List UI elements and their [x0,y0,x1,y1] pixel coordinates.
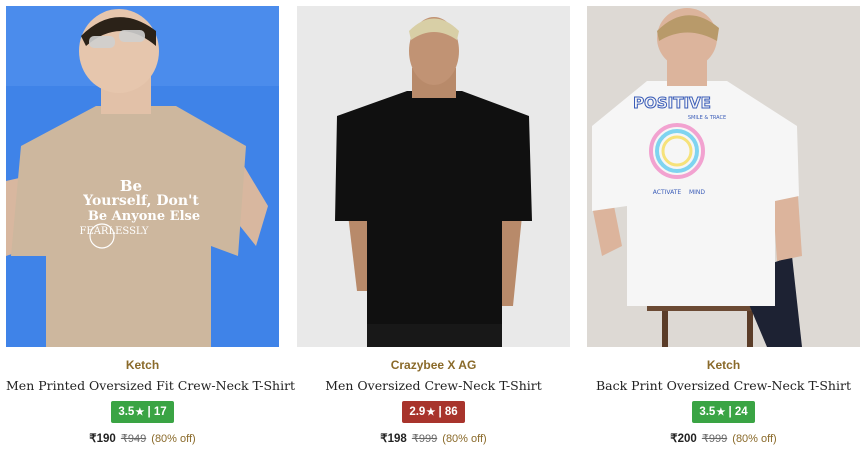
print-line: Be Anyone Else [88,209,200,224]
product-title[interactable]: Men Printed Oversized Fit Crew-Neck T-Sh… [6,378,295,394]
star-icon: ★ [426,407,436,418]
print-line: SMILE & TRACE [688,115,726,121]
price-row: ₹190 ₹949 (80% off) [6,432,279,446]
rating-badge: 3.5★ | 24 [692,401,755,423]
product-card[interactable]: POSITIVE SMILE & TRACE ACTIVATE MIND Ket… [587,6,860,454]
product-discount: (80% off) [151,433,196,445]
rating-value: 2.9 [409,406,426,418]
product-price: ₹190 [89,433,116,445]
product-brand[interactable]: Ketch [6,358,279,372]
product-title[interactable]: Back Print Oversized Crew-Neck T-Shirt [587,378,860,394]
rating-value: 3.5 [699,406,716,418]
product-discount: (80% off) [442,433,487,445]
rating-count: 24 [734,406,748,418]
rating-badge: 2.9★ | 86 [402,401,465,423]
rating-value: 3.5 [118,406,135,418]
product-brand[interactable]: Crazybee X AG [297,358,570,372]
price-row: ₹198 ₹999 (80% off) [297,432,570,446]
product-mrp: ₹999 [411,433,438,445]
product-image[interactable] [297,6,570,347]
product-image[interactable]: POSITIVE SMILE & TRACE ACTIVATE MIND [587,6,860,347]
product-brand[interactable]: Ketch [587,358,860,372]
star-icon: ★ [135,407,145,418]
star-icon: ★ [716,407,726,418]
product-title[interactable]: Men Oversized Crew-Neck T-Shirt [297,378,570,394]
print-line: POSITIVE [633,94,711,112]
product-image[interactable]: Be Yourself, Don't Be Anyone Else FEARLE… [6,6,279,347]
product-mrp: ₹999 [701,433,728,445]
rating-count: 86 [444,406,458,418]
product-card[interactable]: Be Yourself, Don't Be Anyone Else FEARLE… [6,6,295,454]
product-card[interactable]: Crazybee X AG Men Oversized Crew-Neck T-… [297,6,570,454]
price-row: ₹200 ₹999 (80% off) [587,432,860,446]
product-photo-white-tee-back: POSITIVE SMILE & TRACE ACTIVATE MIND [587,6,860,347]
product-mrp: ₹949 [120,433,147,445]
product-discount: (80% off) [732,433,777,445]
product-price: ₹198 [380,433,407,445]
product-price: ₹200 [670,433,697,445]
product-photo-beige-tee: Be Yourself, Don't Be Anyone Else FEARLE… [6,6,279,347]
print-line: ACTIVATE [653,189,682,196]
rating-count: 17 [153,406,167,418]
print-line: Yourself, Don't [82,193,199,209]
print-line: MIND [689,189,705,196]
rating-badge: 3.5★ | 17 [111,401,174,423]
product-photo-black-tee [297,6,570,347]
product-grid: Be Yourself, Don't Be Anyone Else FEARLE… [0,0,867,460]
